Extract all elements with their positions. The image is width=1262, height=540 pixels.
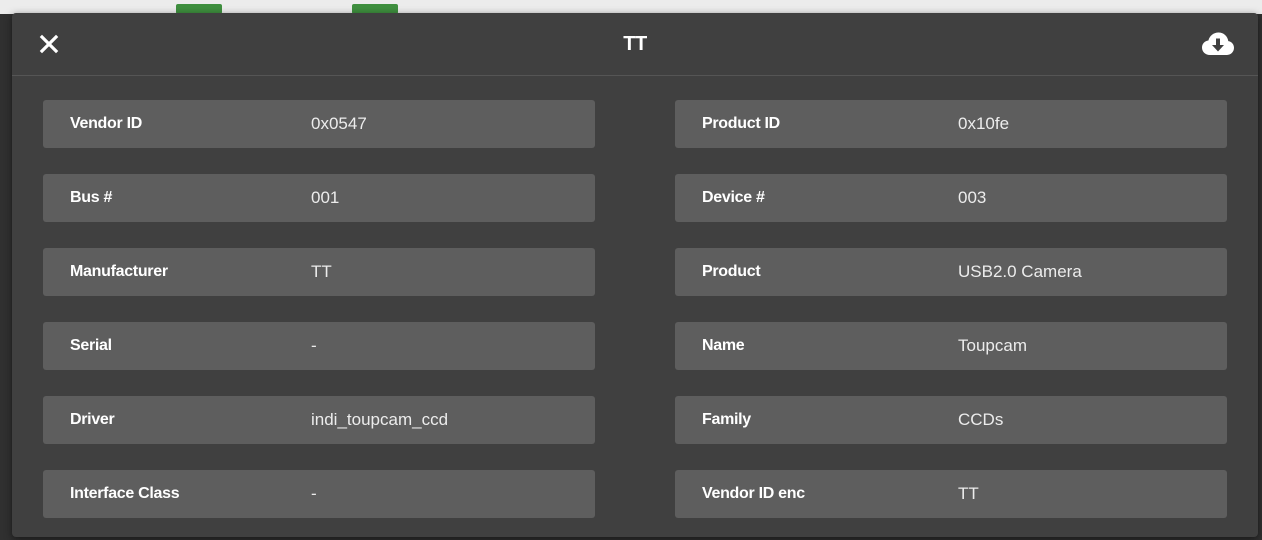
field-device: Device # 003: [675, 174, 1227, 222]
field-label: Interface Class: [70, 485, 180, 502]
field-product-id: Product ID 0x10fe: [675, 100, 1227, 148]
field-value: -: [311, 336, 317, 355]
download-button[interactable]: [1200, 29, 1236, 59]
field-value: -: [311, 484, 317, 503]
field-label: Serial: [70, 337, 112, 354]
close-button[interactable]: [34, 29, 64, 59]
field-value: 0x10fe: [958, 114, 1010, 133]
cloud-download-icon: [1202, 32, 1234, 55]
field-label: Driver: [70, 411, 115, 428]
field-value: indi_toupcam_ccd: [311, 410, 449, 429]
field-value: USB2.0 Camera: [958, 262, 1082, 281]
field-vendor-id: Vendor ID 0x0547: [43, 100, 595, 148]
field-manufacturer: Manufacturer TT: [43, 248, 595, 296]
close-icon: [39, 34, 59, 54]
field-value: 0x0547: [311, 114, 367, 133]
field-value: 001: [311, 188, 340, 207]
field-label: Manufacturer: [70, 263, 168, 280]
field-value: CCDs: [958, 410, 1004, 429]
field-value: Toupcam: [958, 336, 1027, 355]
field-family: Family CCDs: [675, 396, 1227, 444]
field-product: Product USB2.0 Camera: [675, 248, 1227, 296]
field-label: Family: [702, 411, 751, 428]
field-label: Bus #: [70, 189, 113, 206]
device-info-dialog: TT Vendor ID 0x0547 Bus # 001 Manufactur…: [12, 13, 1258, 537]
field-serial: Serial -: [43, 322, 595, 370]
field-value: 003: [958, 188, 987, 207]
field-label: Product: [702, 263, 761, 280]
field-bus: Bus # 001: [43, 174, 595, 222]
field-vendor-id-enc: Vendor ID enc TT: [675, 470, 1227, 518]
field-label: Product ID: [702, 115, 780, 132]
dialog-header: TT: [12, 13, 1258, 76]
field-name: Name Toupcam: [675, 322, 1227, 370]
field-driver: Driver indi_toupcam_ccd: [43, 396, 595, 444]
field-value: TT: [311, 262, 332, 281]
field-label: Vendor ID: [70, 115, 142, 132]
field-label: Name: [702, 337, 745, 354]
field-label: Device #: [702, 189, 765, 206]
field-value: TT: [958, 484, 979, 503]
field-label: Vendor ID enc: [702, 485, 805, 502]
dialog-title: TT: [623, 33, 647, 55]
field-interface-class: Interface Class -: [43, 470, 595, 518]
